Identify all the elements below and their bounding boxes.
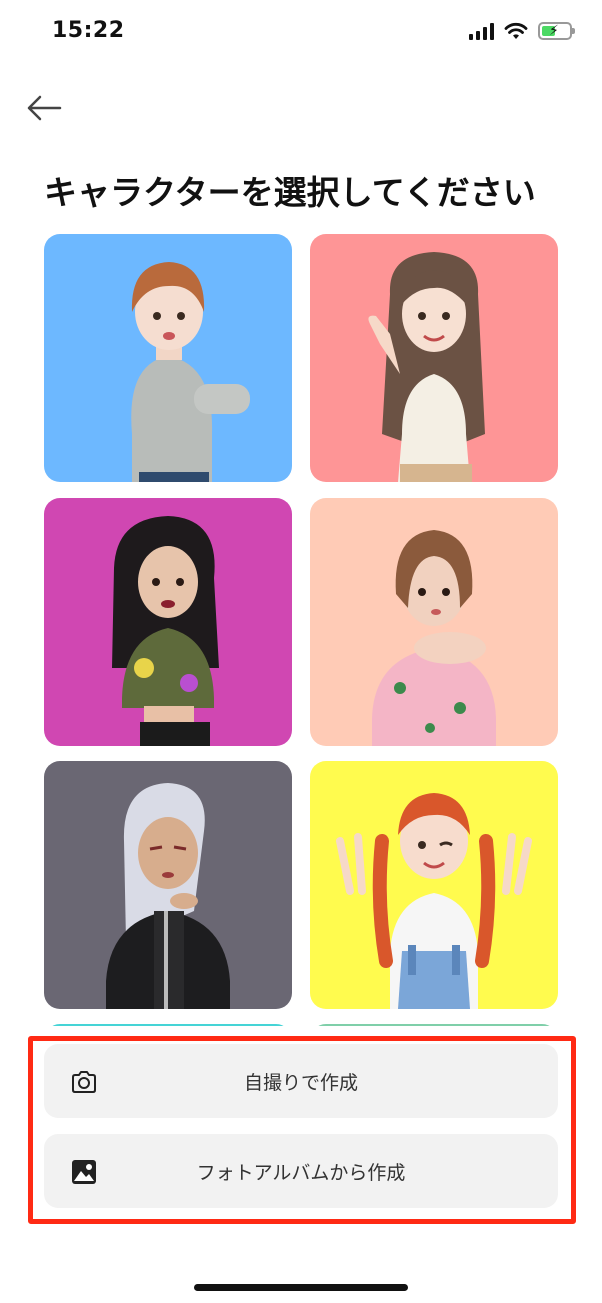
character-card-4[interactable] [310, 498, 558, 746]
avatar-image [368, 252, 485, 482]
status-time: 15:22 [52, 18, 125, 43]
avatar-image [372, 530, 496, 746]
status-icons: ⚡ [469, 22, 575, 40]
back-button[interactable] [24, 88, 64, 128]
selfie-create-label: 自撮りで作成 [243, 1071, 358, 1094]
character-card-6[interactable] [310, 761, 558, 1009]
character-grid [44, 234, 558, 1030]
avatar-image [336, 793, 532, 1009]
character-card-5[interactable] [44, 761, 292, 1009]
cellular-signal-icon [469, 22, 494, 40]
wifi-icon [504, 22, 528, 39]
status-bar: 15:22 ⚡ [0, 0, 602, 64]
album-create-button[interactable]: フォトアルバムから作成 [44, 1134, 558, 1208]
selfie-create-button[interactable]: 自撮りで作成 [44, 1044, 558, 1118]
character-card-1[interactable] [44, 234, 292, 482]
character-card-3[interactable] [44, 498, 292, 746]
camera-icon [72, 1071, 96, 1093]
arrow-left-icon [27, 95, 62, 121]
album-create-label: フォトアルバムから作成 [196, 1161, 406, 1184]
avatar-image [106, 783, 230, 1009]
battery-charging-icon: ⚡ [538, 22, 575, 40]
page-title: キャラクターを選択してください [44, 173, 536, 212]
home-indicator [194, 1284, 408, 1291]
character-card-2[interactable] [310, 234, 558, 482]
photo-album-icon [72, 1160, 96, 1184]
avatar-image [112, 516, 219, 746]
avatar-image [131, 262, 250, 482]
